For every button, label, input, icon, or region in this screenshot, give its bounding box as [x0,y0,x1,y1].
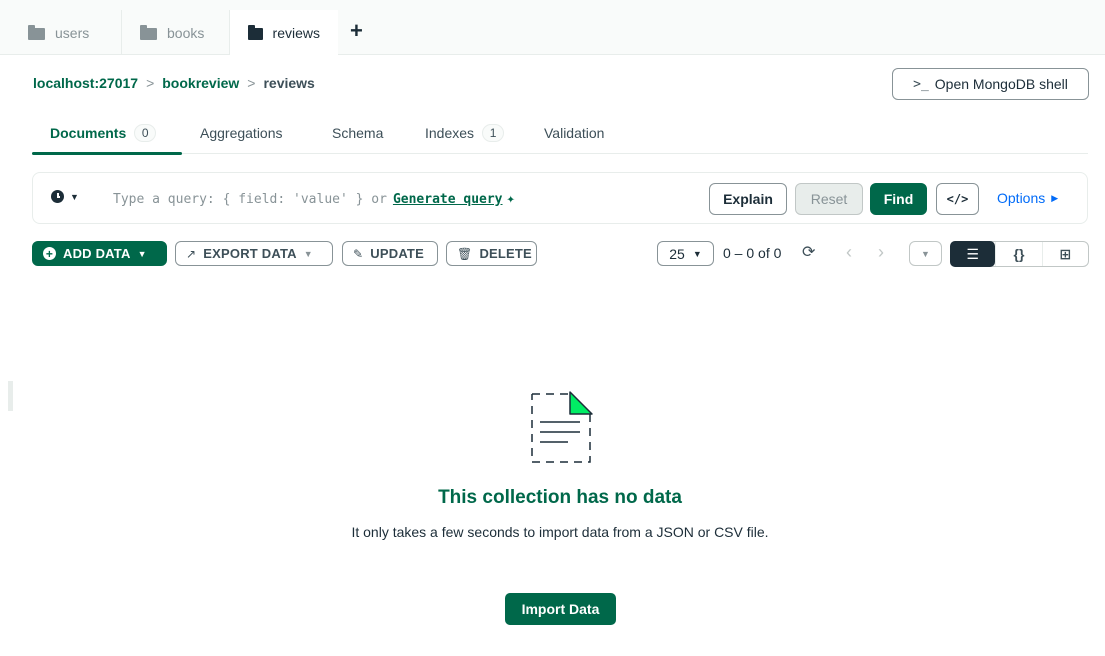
tab-schema[interactable]: Schema [332,112,383,154]
query-history-button[interactable]: ▼ [51,190,79,203]
query-input[interactable]: Type a query: { field: 'value' } or Gene… [113,189,673,209]
delete-button[interactable]: 🗑 DELETE [446,241,537,266]
tab-validation-label: Validation [544,125,605,141]
chevron-right-icon: > [146,75,155,91]
caret-right-icon: ▶ [1051,192,1059,203]
breadcrumb-collection: reviews [263,75,315,91]
refresh-icon[interactable]: ⟳ [802,242,815,262]
tab-aggregations-label: Aggregations [200,125,283,141]
caret-down-icon: ▼ [303,248,313,259]
collection-tab-strip: users books reviews + [0,0,1105,56]
update-label: UPDATE [370,246,424,261]
indexes-count-badge: 1 [482,124,505,142]
tab-label: reviews [272,25,320,41]
tab-label: users [55,24,90,41]
caret-down-icon: ▼ [692,248,702,259]
page-size-select[interactable]: 25 ▼ [657,241,714,266]
tab-indexes[interactable]: Indexes 1 [425,112,505,154]
pencil-icon: ✎ [353,246,364,261]
tab-indexes-label: Indexes [425,125,475,141]
folder-icon [140,24,157,40]
query-placeholder: Type a query: { field: 'value' } or [113,191,387,207]
empty-state-description: It only takes a few seconds to import da… [351,524,769,540]
table-view-icon[interactable]: ⊞ [1041,242,1088,266]
query-bar: ▼ Type a query: { field: 'value' } or Ge… [32,172,1088,224]
caret-down-icon: ▼ [70,191,79,202]
empty-state-title: This collection has no data [438,487,682,508]
page-size-value: 25 [669,245,685,262]
export-icon: ↗ [186,246,197,261]
sparkle-icon: ✦ [506,191,515,207]
find-button[interactable]: Find [870,183,927,215]
breadcrumb-database[interactable]: bookreview [162,75,239,91]
code-icon[interactable]: </> [936,183,979,215]
json-view-icon[interactable]: {} [995,242,1041,266]
caret-down-icon: ▼ [921,248,930,259]
export-data-button[interactable]: ↗ EXPORT DATA ▼ [175,241,333,266]
folder-icon [28,24,45,40]
chevron-left-icon[interactable]: ‹ [846,242,852,263]
tab-aggregations[interactable]: Aggregations [200,112,283,154]
generate-query-link[interactable]: Generate query [393,192,503,207]
chevron-right-icon: > [247,75,256,91]
tab-validation[interactable]: Validation [544,112,604,154]
collection-sub-tabs: Documents 0 Aggregations Schema Indexes … [32,112,1088,155]
import-data-button[interactable]: Import Data [505,593,616,625]
folder-icon [248,25,263,40]
add-data-label: ADD DATA [63,246,131,261]
export-data-label: EXPORT DATA [203,246,297,261]
documents-count-badge: 0 [134,124,157,142]
documents-toolbar: + ADD DATA ▼ ↗ EXPORT DATA ▼ ✎ UPDATE 🗑 … [32,240,1089,268]
update-button[interactable]: ✎ UPDATE [342,241,438,266]
tab-documents-label: Documents [50,125,127,141]
clock-icon [51,190,64,203]
tab-schema-label: Schema [332,125,384,141]
list-view-icon[interactable]: ☰ [950,241,996,267]
tab-users[interactable]: users [10,10,122,55]
chevron-right-icon[interactable]: › [878,242,884,263]
breadcrumb: localhost:27017 > bookreview > reviews [33,75,315,91]
reset-button[interactable]: Reset [795,183,863,215]
options-label: Options [997,190,1046,206]
trash-icon: 🗑 [457,246,473,261]
view-toggle-group: ☰ {} ⊞ [950,241,1089,267]
open-shell-label: Open MongoDB shell [934,76,1068,92]
pagination-range: 0 – 0 of 0 [723,245,782,261]
tab-label: books [167,24,205,41]
terminal-icon: >_ [913,76,929,92]
tab-reviews[interactable]: reviews [230,10,338,56]
explain-button[interactable]: Explain [709,183,787,215]
sidebar-resize-handle[interactable] [8,381,13,411]
view-options-select[interactable]: ▼ [909,241,942,266]
empty-document-icon [531,391,593,463]
add-data-button[interactable]: + ADD DATA ▼ [32,241,167,266]
new-tab-plus-icon[interactable]: + [350,20,363,42]
plus-circle-icon: + [43,247,56,260]
options-toggle[interactable]: Options ▶ [997,190,1058,206]
caret-down-icon: ▼ [137,248,147,259]
tab-documents[interactable]: Documents 0 [32,112,182,155]
breadcrumb-host[interactable]: localhost:27017 [33,75,138,91]
tab-books[interactable]: books [122,10,230,55]
open-shell-button[interactable]: >_ Open MongoDB shell [892,68,1089,100]
delete-label: DELETE [479,246,532,261]
